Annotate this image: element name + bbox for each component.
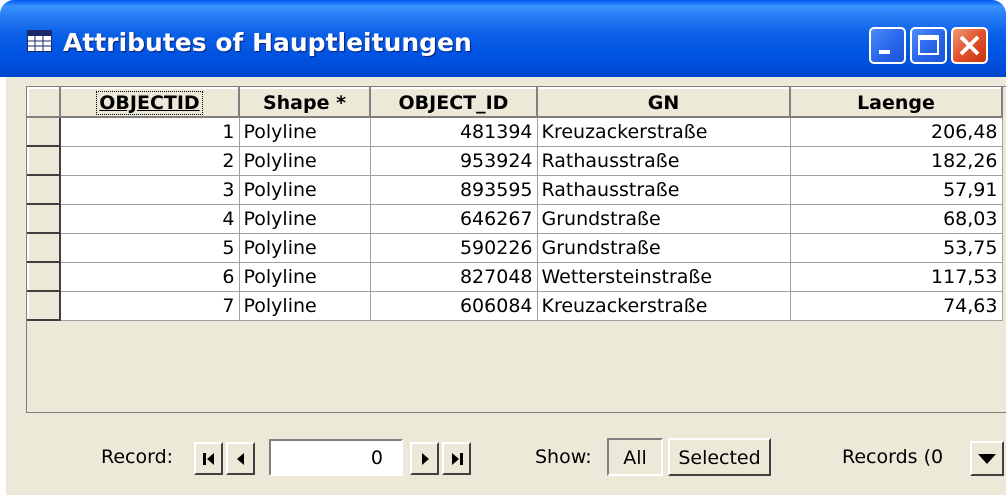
record-number-input[interactable]: 0 [269, 439, 403, 476]
object-id-cell[interactable]: 606084 [370, 291, 538, 321]
laenge-cell[interactable]: 206,48 [790, 117, 1003, 147]
records-count-label: Records (0 [842, 446, 944, 468]
gn-cell[interactable]: Rathausstraße [537, 146, 791, 176]
column-header-laenge[interactable]: Laenge [789, 87, 1003, 118]
objectid-cell[interactable]: 7 [60, 291, 240, 321]
gn-cell[interactable]: Grundstraße [537, 204, 791, 234]
table-row[interactable]: 5 Polyline 590226 Grundstraße 53,75 [27, 232, 1003, 263]
row-selector[interactable] [27, 261, 61, 292]
navigation-bar: Record: 0 Show: All Selected Records (0 [6, 427, 1006, 495]
objectid-cell[interactable]: 3 [60, 175, 240, 205]
header-row: OBJECTID Shape * OBJECT_ID GN Laenge [27, 87, 1003, 118]
shape-cell[interactable]: Polyline [239, 117, 371, 147]
object-id-cell[interactable]: 481394 [370, 117, 538, 147]
object-id-cell[interactable]: 646267 [370, 204, 538, 234]
column-header-shape[interactable]: Shape * [238, 87, 371, 118]
table-row[interactable]: 3 Polyline 893595 Rathausstraße 57,91 [27, 174, 1003, 205]
shape-cell[interactable]: Polyline [239, 146, 371, 176]
table-row[interactable]: 2 Polyline 953924 Rathausstraße 182,26 [27, 145, 1003, 176]
window-title: Attributes of Hauptleitungen [63, 28, 472, 57]
laenge-cell[interactable]: 117,53 [790, 262, 1003, 292]
row-selector[interactable] [27, 174, 61, 205]
column-header-objectid[interactable]: OBJECTID [59, 87, 240, 118]
close-icon [959, 35, 980, 56]
column-header-object-id[interactable]: OBJECT_ID [369, 87, 538, 118]
row-selector[interactable] [27, 290, 61, 321]
table-icon [27, 30, 52, 52]
gn-cell[interactable]: Wettersteinstraße [537, 262, 791, 292]
attributes-window: Attributes of Hauptleitungen OBJECTID Sh… [0, 0, 1006, 495]
last-record-button[interactable] [442, 442, 471, 475]
show-label: Show: [535, 446, 592, 468]
minimize-button[interactable] [869, 27, 906, 64]
first-record-button[interactable] [194, 442, 223, 475]
title-bar[interactable]: Attributes of Hauptleitungen [0, 0, 1006, 77]
object-id-cell[interactable]: 827048 [370, 262, 538, 292]
shape-cell[interactable]: Polyline [239, 204, 371, 234]
attribute-table: OBJECTID Shape * OBJECT_ID GN Laenge 1 Po… [26, 86, 1006, 413]
table-row[interactable]: 1 Polyline 481394 Kreuzackerstraße 206,48 [27, 116, 1003, 147]
laenge-cell[interactable]: 68,03 [790, 204, 1003, 234]
object-id-cell[interactable]: 893595 [370, 175, 538, 205]
objectid-cell[interactable]: 4 [60, 204, 240, 234]
objectid-cell[interactable]: 2 [60, 146, 240, 176]
next-record-button[interactable] [410, 442, 439, 475]
first-record-icon [203, 453, 214, 465]
dropdown-arrow-icon [978, 454, 996, 464]
table-row[interactable]: 4 Polyline 646267 Grundstraße 68,03 [27, 203, 1003, 234]
previous-record-icon [237, 453, 244, 465]
laenge-cell[interactable]: 53,75 [790, 233, 1003, 263]
gn-cell[interactable]: Kreuzackerstraße [537, 291, 791, 321]
gn-cell[interactable]: Rathausstraße [537, 175, 791, 205]
minimize-icon [879, 50, 890, 54]
show-selected-button[interactable]: Selected [668, 438, 771, 476]
row-selector[interactable] [27, 203, 61, 234]
record-label: Record: [101, 446, 174, 468]
objectid-cell[interactable]: 1 [60, 117, 240, 147]
maximize-icon [918, 35, 939, 55]
object-id-cell[interactable]: 953924 [370, 146, 538, 176]
previous-record-button[interactable] [226, 442, 255, 475]
laenge-cell[interactable]: 74,63 [790, 291, 1003, 321]
row-selector[interactable] [27, 145, 61, 176]
objectid-cell[interactable]: 6 [60, 262, 240, 292]
object-id-cell[interactable]: 590226 [370, 233, 538, 263]
objectid-cell[interactable]: 5 [60, 233, 240, 263]
shape-cell[interactable]: Polyline [239, 262, 371, 292]
options-dropdown-button[interactable] [970, 441, 1004, 476]
window-client: OBJECTID Shape * OBJECT_ID GN Laenge 1 Po… [6, 77, 1006, 495]
last-record-icon [452, 453, 463, 465]
table-row[interactable]: 6 Polyline 827048 Wettersteinstraße 117,53 [27, 261, 1003, 292]
laenge-cell[interactable]: 57,91 [790, 175, 1003, 205]
close-button[interactable] [951, 27, 988, 64]
shape-cell[interactable]: Polyline [239, 291, 371, 321]
laenge-cell[interactable]: 182,26 [790, 146, 1003, 176]
shape-cell[interactable]: Polyline [239, 175, 371, 205]
column-header-gn[interactable]: GN [536, 87, 791, 118]
show-all-button[interactable]: All [607, 438, 663, 476]
gn-cell[interactable]: Grundstraße [537, 233, 791, 263]
maximize-button[interactable] [910, 27, 947, 64]
shape-cell[interactable]: Polyline [239, 233, 371, 263]
next-record-icon [422, 453, 429, 465]
select-all-corner[interactable] [27, 87, 61, 118]
row-selector[interactable] [27, 116, 61, 147]
table-row[interactable]: 7 Polyline 606084 Kreuzackerstraße 74,63 [27, 290, 1003, 321]
row-selector[interactable] [27, 232, 61, 263]
gn-cell[interactable]: Kreuzackerstraße [537, 117, 791, 147]
